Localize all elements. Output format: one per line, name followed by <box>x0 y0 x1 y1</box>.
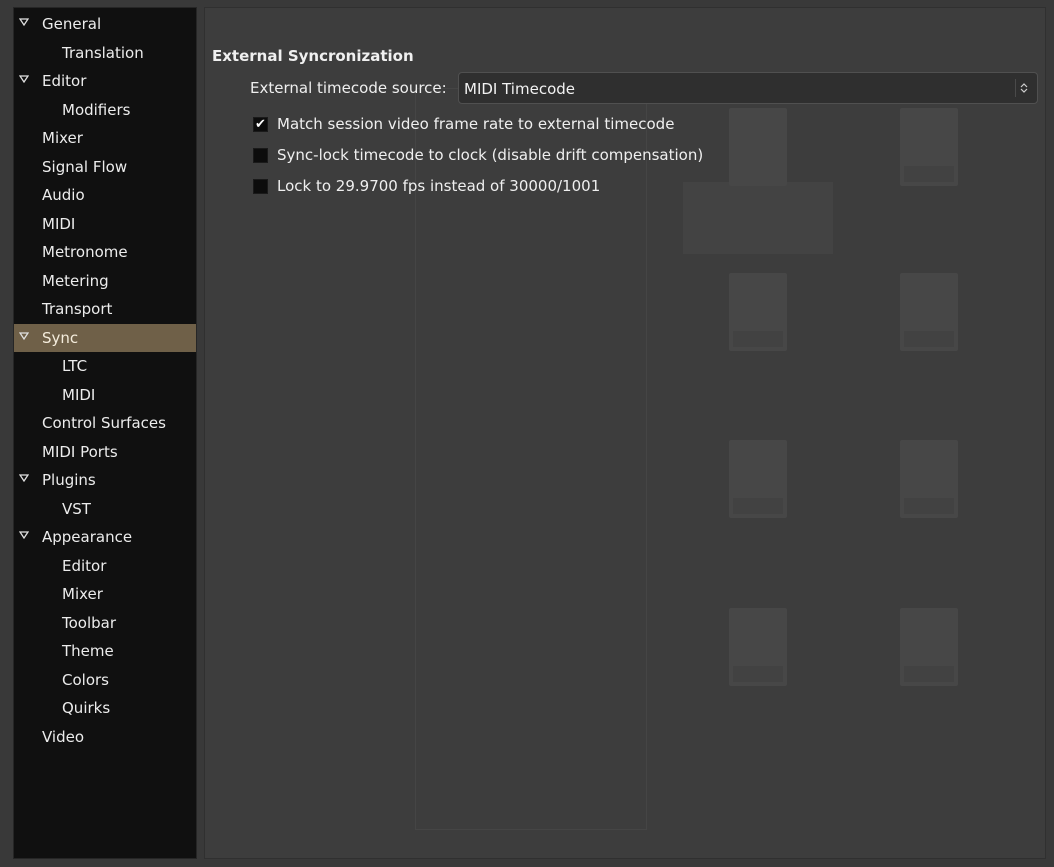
sidebar-item-label: Plugins <box>42 471 96 489</box>
sidebar-item-general[interactable]: General <box>14 10 196 38</box>
sidebar-item-label: Theme <box>62 642 114 660</box>
sidebar-item-label: Editor <box>42 72 87 90</box>
lock-2997-label: Lock to 29.9700 fps instead of 30000/100… <box>277 177 601 195</box>
sidebar-item-label: Transport <box>42 300 113 318</box>
sidebar-item-theme[interactable]: Theme <box>14 637 196 665</box>
sidebar-item-quirks[interactable]: Quirks <box>14 694 196 722</box>
lock-2997-option[interactable]: Lock to 29.9700 fps instead of 30000/100… <box>253 176 600 196</box>
sidebar-item-label: Metronome <box>42 243 128 261</box>
sidebar-item-sync[interactable]: Sync <box>14 323 196 352</box>
sidebar-item-translation[interactable]: Translation <box>14 39 196 67</box>
sidebar-item-label: Appearance <box>42 528 133 546</box>
sidebar-item-audio[interactable]: Audio <box>14 181 196 209</box>
ghost-file-icon <box>900 608 958 686</box>
sidebar-item-label: Toolbar <box>62 613 117 632</box>
ghost-file-icon <box>729 273 787 351</box>
lock-2997-checkbox[interactable] <box>253 178 268 194</box>
sidebar-item-label: Translation <box>62 43 144 62</box>
triangle-down-icon[interactable] <box>19 473 29 483</box>
sidebar-item-mixer[interactable]: Mixer <box>14 580 196 608</box>
sidebar-item-toolbar[interactable]: Toolbar <box>14 609 196 637</box>
sidebar-item-modifiers[interactable]: Modifiers <box>14 96 196 124</box>
sidebar-item-transport[interactable]: Transport <box>14 295 196 323</box>
ghost-file-icon <box>729 608 787 686</box>
sidebar-item-label: Modifiers <box>62 100 131 119</box>
triangle-down-icon[interactable] <box>19 17 29 27</box>
preferences-window: General Translation Editor Modifiers Mixer Si… <box>0 0 1054 867</box>
sidebar-item-label: Audio <box>42 186 85 204</box>
sidebar-item-label: LTC <box>62 357 88 375</box>
timecode-source-value: MIDI Timecode <box>464 80 575 98</box>
sidebar-item-label: MIDI Ports <box>42 442 118 461</box>
sidebar-item-editor[interactable]: Editor <box>14 552 196 580</box>
timecode-source-dropdown[interactable]: MIDI Timecode <box>458 72 1038 104</box>
sidebar-item-label: Mixer <box>62 585 103 603</box>
preferences-sidebar: General Translation Editor Modifiers Mixer Si… <box>13 7 197 859</box>
match-frame-rate-label: Match session video frame rate to extern… <box>277 115 675 133</box>
sidebar-item-label: Quirks <box>62 699 111 717</box>
ghost-file-icon <box>900 440 958 518</box>
timecode-source-label: External timecode source: <box>250 79 447 97</box>
section-title: External Syncronization <box>212 47 414 65</box>
sidebar-item-metronome[interactable]: Metronome <box>14 238 196 266</box>
sidebar-item-colors[interactable]: Colors <box>14 666 196 694</box>
sidebar-item-label: Sync <box>42 328 79 347</box>
sidebar-item-label: Mixer <box>42 129 83 147</box>
ghost-highlight <box>683 182 833 254</box>
sidebar-item-midi[interactable]: MIDI <box>14 210 196 238</box>
sync-lock-option[interactable]: Sync-lock timecode to clock (disable dri… <box>253 145 703 165</box>
preferences-content-panel: External Syncronization External timecod… <box>204 7 1046 859</box>
sidebar-item-label: VST <box>62 499 91 518</box>
triangle-down-icon[interactable] <box>19 74 29 84</box>
sidebar-item-plugins[interactable]: Plugins <box>14 466 196 494</box>
sidebar-item-label: Metering <box>42 271 109 290</box>
triangle-down-icon[interactable] <box>19 331 29 341</box>
sidebar-item-label: Control Surfaces <box>42 414 166 432</box>
ghost-file-icon <box>900 108 958 186</box>
sidebar-item-signal-flow[interactable]: Signal Flow <box>14 153 196 181</box>
sidebar-item-vst[interactable]: VST <box>14 495 196 523</box>
sidebar-item-label: MIDI <box>42 214 76 233</box>
sidebar-item-label: Signal Flow <box>42 157 128 176</box>
sidebar-item-mixer[interactable]: Mixer <box>14 124 196 152</box>
sync-lock-checkbox[interactable] <box>253 147 268 163</box>
ghost-file-icon <box>900 273 958 351</box>
sidebar-item-label: Colors <box>62 670 109 689</box>
sidebar-item-midi[interactable]: MIDI <box>14 381 196 409</box>
sidebar-item-editor[interactable]: Editor <box>14 67 196 95</box>
match-frame-rate-checkbox[interactable]: ✔ <box>253 116 268 132</box>
match-frame-rate-option[interactable]: ✔ Match session video frame rate to exte… <box>253 114 674 134</box>
sidebar-item-label: Video <box>42 727 85 746</box>
ghost-file-icon <box>729 108 787 186</box>
ghost-places-pane <box>415 88 647 830</box>
sidebar-item-metering[interactable]: Metering <box>14 267 196 295</box>
sidebar-item-video[interactable]: Video <box>14 723 196 751</box>
spinner-updown-icon <box>1015 79 1032 97</box>
sidebar-item-label: General <box>42 15 102 33</box>
triangle-down-icon[interactable] <box>19 530 29 540</box>
sidebar-item-label: Editor <box>62 556 107 575</box>
ghost-file-icon <box>729 440 787 518</box>
sidebar-item-ltc[interactable]: LTC <box>14 352 196 380</box>
sidebar-item-control-surfaces[interactable]: Control Surfaces <box>14 409 196 437</box>
sidebar-item-label: MIDI <box>62 385 96 404</box>
sidebar-item-midi-ports[interactable]: MIDI Ports <box>14 438 196 466</box>
sidebar-item-appearance[interactable]: Appearance <box>14 523 196 551</box>
sync-lock-label: Sync-lock timecode to clock (disable dri… <box>277 146 704 164</box>
